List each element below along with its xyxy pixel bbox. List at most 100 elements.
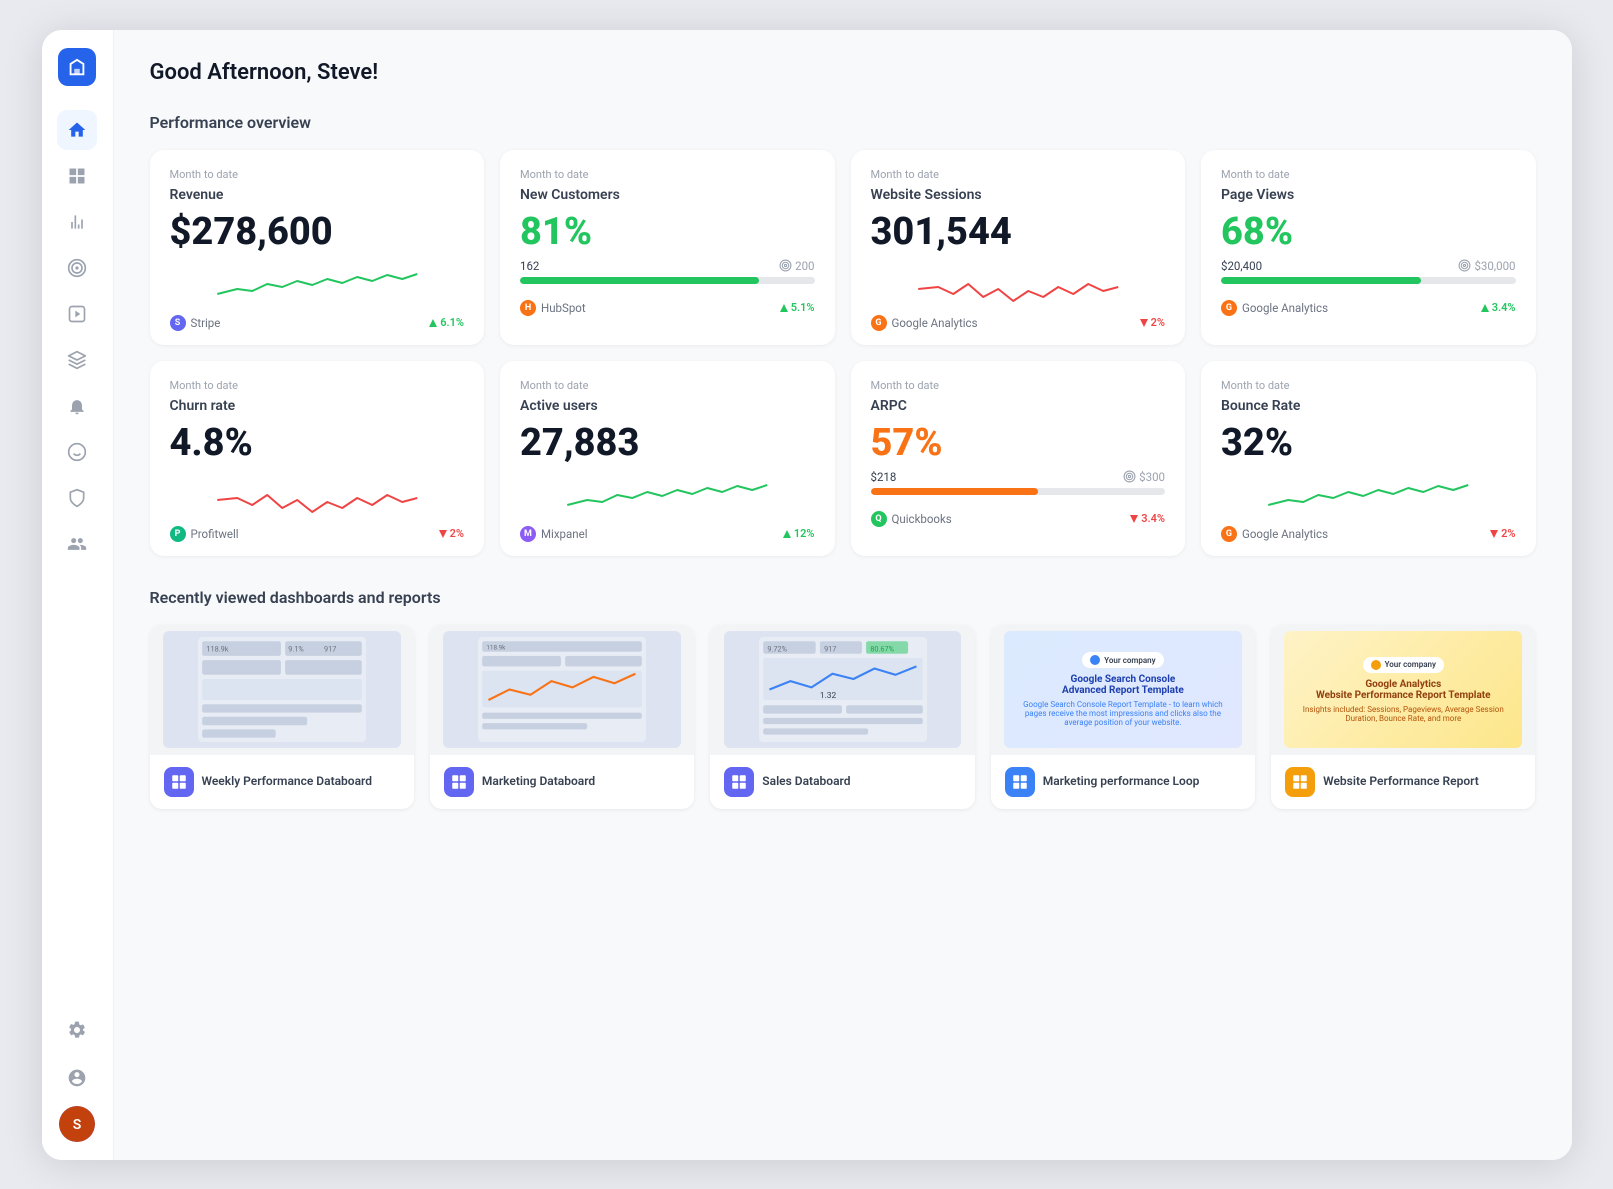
sidebar-item-smile[interactable] [57,432,97,472]
sparkline-chart [520,470,815,518]
metric-value: 57% [871,424,1166,462]
source-icon: G [1221,300,1237,316]
sparkline-chart [1221,470,1516,518]
sidebar-item-layers[interactable] [57,340,97,380]
template-title: Google Search ConsoleAdvanced Report Tem… [1062,674,1184,696]
metric-card-bounce-rate: Month to date Bounce Rate 32% G Google A… [1201,361,1536,556]
dashboard-thumb: 118.9k [430,625,694,755]
metric-title: Website Sessions [871,187,1166,203]
source-name: Google Analytics [1242,301,1328,315]
sidebar-account[interactable] [57,1058,97,1098]
svg-text:917: 917 [324,645,336,654]
dashboard-icon [724,767,754,797]
progress-bar [1221,277,1421,284]
dashboard-name: Marketing performance Loop [1043,774,1200,790]
metric-badge: 2% [1139,316,1165,329]
progress-bar-wrap [520,277,815,284]
metric-source: H HubSpot [520,300,586,316]
metric-source: G Google Analytics [871,315,978,331]
metrics-row-1: Month to date Revenue $278,600 S Stripe … [150,150,1536,345]
metric-value: 301,544 [871,213,1166,251]
dashboard-card-marketing-performance-loop[interactable]: Your company Google Search ConsoleAdvanc… [991,625,1255,809]
template-sub: Insights included: Sessions, Pageviews, … [1292,705,1514,723]
metric-period: Month to date [520,379,815,392]
app-shell: S Good Afternoon, Steve! Performance ove… [42,30,1572,1160]
metric-footer: M Mixpanel 12% [520,526,815,542]
metric-target: 200 [779,259,814,273]
company-badge: Your company [1082,652,1163,668]
metric-value: 27,883 [520,424,815,462]
svg-text:118.9k: 118.9k [486,644,506,652]
metric-badge: 12% [782,527,815,540]
metric-current: $218 [871,470,897,484]
source-icon: M [520,526,536,542]
metrics-row-2: Month to date Churn rate 4.8% P Profitwe… [150,361,1536,556]
source-name: Mixpanel [541,527,588,541]
metric-title: New Customers [520,187,815,203]
dashboard-icon [444,767,474,797]
metric-source: G Google Analytics [1221,526,1328,542]
metric-badge: 3.4% [1129,512,1165,525]
sparkline-chart [170,259,465,307]
template-sub: Google Search Console Report Template - … [1012,700,1234,727]
thumb-template1: Your company Google Search ConsoleAdvanc… [1004,631,1242,748]
metric-title: Active users [520,398,815,414]
sidebar-item-bell[interactable] [57,386,97,426]
metric-badge: 6.1% [428,316,464,329]
thumb-databoard2: 118.9k [443,631,681,748]
metric-card-website-sessions: Month to date Website Sessions 301,544 G… [851,150,1186,345]
metric-source: P Profitwell [170,526,239,542]
dashboard-icon [164,767,194,797]
progress-bar-wrap [1221,277,1516,284]
metric-period: Month to date [170,168,465,181]
source-name: Stripe [191,316,221,330]
user-avatar[interactable]: S [59,1106,95,1142]
progress-bar [520,277,759,284]
dashboard-name: Weekly Performance Databoard [202,774,373,790]
dashboard-card-marketing-databoard[interactable]: 118.9k Marketing Databoard [430,625,694,809]
metric-current: $20,400 [1221,259,1262,273]
metric-period: Month to date [1221,379,1516,392]
sidebar-item-play[interactable] [57,294,97,334]
sidebar-item-shield[interactable] [57,478,97,518]
dashboard-thumb: 9.72% 917 80.67% 1.32 [710,625,974,755]
sidebar-item-grid[interactable] [57,156,97,196]
sidebar-item-bar-chart[interactable] [57,202,97,242]
metric-period: Month to date [170,379,465,392]
metric-title: Page Views [1221,187,1516,203]
source-name: Google Analytics [892,316,978,330]
metric-card-revenue: Month to date Revenue $278,600 S Stripe … [150,150,485,345]
progress-bar [871,488,1039,495]
metric-title: Churn rate [170,398,465,414]
dashboard-card-website-performance-report[interactable]: Your company Google AnalyticsWebsite Per… [1271,625,1535,809]
header: Good Afternoon, Steve! [150,60,1536,85]
thumb-databoard3: 9.72% 917 80.67% 1.32 [724,631,962,748]
dashboard-card-weekly-performance[interactable]: 118.9k 9.1% 917 Weekly Performance Datab… [150,625,414,809]
metric-title: Bounce Rate [1221,398,1516,414]
metric-card-page-views: Month to date Page Views 68% $20,400 $30… [1201,150,1536,345]
app-logo[interactable] [58,48,96,86]
metric-value: 81% [520,213,815,251]
dashboard-name: Marketing Databoard [482,774,595,790]
dashboard-card-sales-databoard[interactable]: 9.72% 917 80.67% 1.32 Sales Databoard [710,625,974,809]
metric-title: ARPC [871,398,1166,414]
sidebar-item-home[interactable] [57,110,97,150]
recently-viewed-title: Recently viewed dashboards and reports [150,588,1536,607]
source-name: Quickbooks [892,512,952,526]
sidebar-item-users[interactable] [57,524,97,564]
dashboard-icon [1005,767,1035,797]
metric-period: Month to date [1221,168,1516,181]
sidebar-item-target[interactable] [57,248,97,288]
svg-text:9.1%: 9.1% [288,645,304,654]
metric-period: Month to date [871,168,1166,181]
metric-badge: 3.4% [1480,301,1516,314]
metric-card-arpc: Month to date ARPC 57% $218 $300 Q Quick… [851,361,1186,556]
performance-title: Performance overview [150,113,1536,132]
sidebar-bottom: S [57,1010,97,1142]
sparkline-chart [871,259,1166,307]
svg-text:9.72%: 9.72% [767,645,787,654]
svg-text:80.67%: 80.67% [870,645,894,654]
svg-text:S: S [73,1117,82,1133]
sparkline-chart [170,470,465,518]
sidebar-settings[interactable] [57,1010,97,1050]
